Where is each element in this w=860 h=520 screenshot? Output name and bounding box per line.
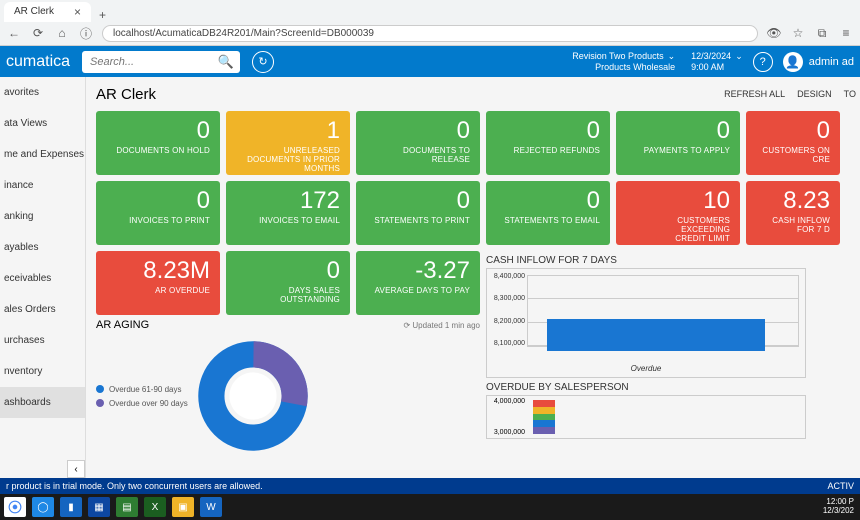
- sidebar-item[interactable]: ata Views: [0, 108, 85, 139]
- sidebar: avoritesata Viewsme and Expensesinancean…: [0, 77, 86, 478]
- search-wrap: 🔍: [82, 51, 240, 73]
- eye-icon[interactable]: 👁: [766, 26, 782, 40]
- ar-aging-widget: AR AGING ⟳ Updated 1 min ago Overdue 61-…: [96, 315, 480, 451]
- search-input[interactable]: [82, 51, 240, 73]
- browser-tab[interactable]: AR Clerk ×: [4, 2, 91, 22]
- user-menu[interactable]: 👤 admin ad: [783, 52, 860, 72]
- address-bar-row: ← ⟳ ⌂ ⓘ localhost/AcumaticaDB24R201/Main…: [0, 22, 860, 45]
- recent-icon[interactable]: ↻: [252, 51, 274, 73]
- legend-item: Overdue 61-90 days: [96, 385, 188, 394]
- taskbar-app[interactable]: ▮: [60, 497, 82, 517]
- kpi-tile[interactable]: 1UNRELEASED DOCUMENTS IN PRIOR MONTHS: [226, 111, 350, 175]
- brand-logo[interactable]: cumatica: [0, 53, 82, 71]
- kpi-tile[interactable]: 0DAYS SALES OUTSTANDING: [226, 251, 350, 315]
- refresh-all-button[interactable]: REFRESH ALL: [724, 89, 785, 99]
- kpi-tile[interactable]: 0DOCUMENTS ON HOLD: [96, 111, 220, 175]
- home-icon[interactable]: ⌂: [54, 26, 70, 40]
- overdue-sp-title: OVERDUE BY SALESPERSON: [486, 382, 806, 393]
- page-body: avoritesata Viewsme and Expensesinancean…: [0, 77, 860, 478]
- sidebar-item[interactable]: ashboards: [0, 387, 85, 418]
- kpi-tile[interactable]: 0PAYMENTS TO APPLY: [616, 111, 740, 175]
- sidebar-item[interactable]: anking: [0, 201, 85, 232]
- close-icon[interactable]: ×: [74, 5, 81, 19]
- chevron-down-icon: ⌄: [668, 51, 676, 61]
- main-content: AR Clerk REFRESH ALL DESIGN TO 0DOCUMENT…: [86, 77, 860, 478]
- back-icon[interactable]: ←: [6, 26, 22, 40]
- app-topbar: cumatica 🔍 ↻ Revision Two Products⌄ Prod…: [0, 46, 860, 77]
- kpi-row-1: 0DOCUMENTS ON HOLD1UNRELEASED DOCUMENTS …: [96, 111, 860, 175]
- system-clock[interactable]: 12:00 P 12/3/202: [823, 498, 856, 516]
- sidebar-item[interactable]: me and Expenses: [0, 139, 85, 170]
- sidebar-item[interactable]: avorites: [0, 77, 85, 108]
- kpi-tile[interactable]: 0DOCUMENTS TO RELEASE: [356, 111, 480, 175]
- tab-strip: AR Clerk × +: [0, 0, 860, 22]
- taskbar-app[interactable]: ◯: [32, 497, 54, 517]
- sidebar-item[interactable]: inance: [0, 170, 85, 201]
- tools-button[interactable]: TO: [844, 89, 856, 99]
- extension-icon[interactable]: ⧉: [814, 26, 830, 41]
- kpi-row-3: 8.23MAR OVERDUE0DAYS SALES OUTSTANDING-3…: [96, 251, 480, 315]
- taskbar-app[interactable]: X: [144, 497, 166, 517]
- updated-label: ⟳ Updated 1 min ago: [403, 321, 480, 330]
- taskbar-app[interactable]: [4, 497, 26, 517]
- legend-item: Overdue over 90 days: [96, 399, 188, 408]
- cash-inflow-chart: 8,400,0008,300,0008,200,0008,100,000 Ove…: [486, 268, 806, 378]
- user-icon: 👤: [783, 52, 803, 72]
- kpi-tile[interactable]: 0REJECTED REFUNDS: [486, 111, 610, 175]
- url-input[interactable]: localhost/AcumaticaDB24R201/Main?ScreenI…: [102, 25, 758, 42]
- help-icon[interactable]: ?: [753, 52, 773, 72]
- taskbar-app[interactable]: ▦: [88, 497, 110, 517]
- kpi-tile[interactable]: 0CUSTOMERS ON CRE: [746, 111, 840, 175]
- donut-chart: [198, 341, 308, 451]
- kpi-tile[interactable]: 0INVOICES TO PRINT: [96, 181, 220, 245]
- sidebar-item[interactable]: ayables: [0, 232, 85, 263]
- kpi-row-2: 0INVOICES TO PRINT172INVOICES TO EMAIL0S…: [96, 181, 860, 245]
- kpi-tile[interactable]: -3.27AVERAGE DAYS TO PAY: [356, 251, 480, 315]
- page-title: AR Clerk: [96, 86, 156, 103]
- star-icon[interactable]: ☆: [790, 26, 806, 40]
- kpi-tile[interactable]: 0STATEMENTS TO PRINT: [356, 181, 480, 245]
- new-tab-button[interactable]: +: [99, 8, 106, 22]
- kpi-tile[interactable]: 0STATEMENTS TO EMAIL: [486, 181, 610, 245]
- trial-banner: r product is in trial mode. Only two con…: [0, 478, 860, 494]
- bar: [547, 319, 765, 351]
- kpi-tile[interactable]: 172INVOICES TO EMAIL: [226, 181, 350, 245]
- reload-icon[interactable]: ⟳: [30, 26, 46, 40]
- settings-icon[interactable]: ≡: [838, 26, 854, 40]
- design-button[interactable]: DESIGN: [797, 89, 832, 99]
- business-selector[interactable]: Revision Two Products⌄ Products Wholesal…: [572, 51, 681, 72]
- sidebar-item[interactable]: ales Orders: [0, 294, 85, 325]
- widget-title: AR AGING: [96, 319, 149, 331]
- tab-title: AR Clerk: [14, 6, 54, 17]
- search-icon[interactable]: 🔍: [218, 54, 234, 70]
- taskbar-app[interactable]: W: [200, 497, 222, 517]
- sidebar-item[interactable]: urchases: [0, 325, 85, 356]
- overdue-sp-chart: 4,000,0003,000,000: [486, 395, 806, 439]
- taskbar: ◯ ▮ ▦ ▤ X ▣ W 12:00 P 12/3/202: [0, 494, 860, 520]
- cash-inflow-title: CASH INFLOW FOR 7 DAYS: [486, 255, 806, 266]
- browser-chrome: AR Clerk × + ← ⟳ ⌂ ⓘ localhost/Acumatica…: [0, 0, 860, 46]
- taskbar-app[interactable]: ▤: [116, 497, 138, 517]
- collapse-icon[interactable]: ‹: [67, 460, 85, 478]
- sidebar-item[interactable]: nventory: [0, 356, 85, 387]
- chevron-down-icon: ⌄: [735, 51, 743, 61]
- taskbar-app[interactable]: ▣: [172, 497, 194, 517]
- kpi-tile[interactable]: 8.23MAR OVERDUE: [96, 251, 220, 315]
- info-icon: ⓘ: [78, 25, 94, 42]
- sidebar-item[interactable]: eceivables: [0, 263, 85, 294]
- kpi-tile[interactable]: 8.23CASH INFLOW FOR 7 D: [746, 181, 840, 245]
- kpi-tile[interactable]: 10CUSTOMERS EXCEEDING CREDIT LIMIT: [616, 181, 740, 245]
- business-date[interactable]: 12/3/2024⌄ 9:00 AM: [681, 51, 753, 72]
